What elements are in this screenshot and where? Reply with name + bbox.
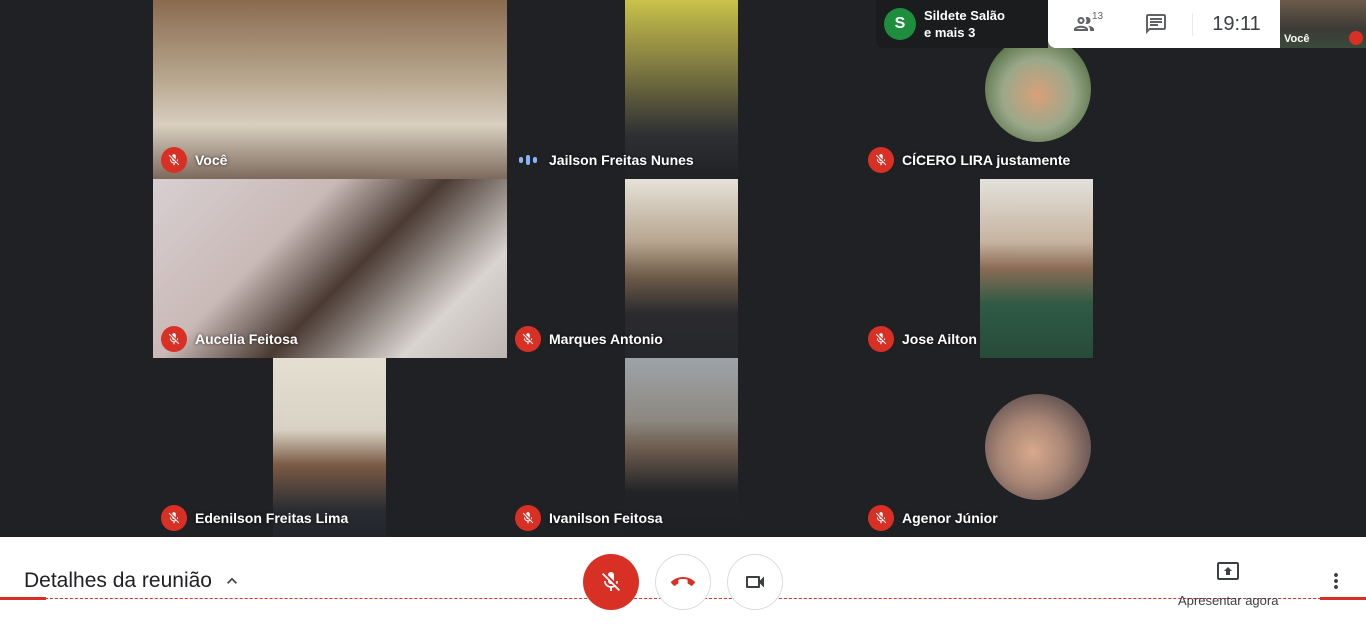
mic-off-icon <box>1349 31 1363 45</box>
participants-count: 13 <box>1092 11 1104 22</box>
participant-tile-edenilson[interactable]: Edenilson Freitas Lima <box>153 358 507 537</box>
participant-name: Jose Ailton <box>902 331 977 347</box>
participant-name: Aucelia Feitosa <box>195 331 298 347</box>
more-options-button[interactable] <box>1324 569 1348 593</box>
participant-tile-marques[interactable]: Marques Antonio <box>507 179 861 358</box>
participant-name: Agenor Júnior <box>902 510 998 526</box>
self-view-label: Você <box>1284 33 1310 45</box>
participant-avatar <box>985 394 1091 500</box>
participant-nameplate: Aucelia Feitosa <box>161 326 298 352</box>
mic-off-icon <box>515 505 541 531</box>
meeting-details-label: Detalhes da reunião <box>24 569 212 592</box>
more-vert-icon <box>1334 573 1338 589</box>
meeting-details-button[interactable]: Detalhes da reunião <box>24 569 242 593</box>
mic-off-icon <box>515 326 541 352</box>
participants-button[interactable]: 13 <box>1048 0 1120 48</box>
mic-off-icon <box>868 505 894 531</box>
participant-nameplate: Edenilson Freitas Lima <box>161 505 348 531</box>
participant-nameplate: Marques Antonio <box>515 326 663 352</box>
participant-name: CÍCERO LIRA justamente <box>902 152 1071 168</box>
chat-icon <box>1146 14 1166 34</box>
participant-nameplate: Agenor Júnior <box>868 505 998 531</box>
active-speakers-notification[interactable]: S Sildete Salão e mais 3 <box>876 0 1048 48</box>
mic-off-icon <box>161 505 187 531</box>
participant-name: Ivanilson Feitosa <box>549 510 663 526</box>
chevron-up-icon <box>226 577 237 584</box>
mic-off-icon <box>161 326 187 352</box>
camera-toggle-button[interactable] <box>727 554 783 610</box>
mic-off-icon <box>868 147 894 173</box>
meeting-topbar: 13 19:11 <box>1048 0 1280 48</box>
bottom-control-bar: Detalhes da reunião Apresentar agora <box>0 537 1366 627</box>
participant-tile-aucelia[interactable]: Aucelia Feitosa <box>153 179 507 358</box>
participant-tile-jose[interactable]: Jose Ailton <box>860 179 1214 358</box>
participant-video <box>980 179 1093 358</box>
participant-nameplate: Jailson Freitas Nunes <box>515 147 694 173</box>
present-now-label: Apresentar agora <box>1178 593 1279 608</box>
participant-tile-ivanilson[interactable]: Ivanilson Feitosa <box>507 358 861 537</box>
microphone-toggle-button[interactable] <box>583 554 639 610</box>
bottom-accent-left <box>0 597 46 600</box>
call-end-icon <box>671 577 695 586</box>
leave-call-button[interactable] <box>655 554 711 610</box>
videocam-icon <box>746 576 764 588</box>
participant-avatar <box>985 36 1091 142</box>
present-to-all-icon <box>1217 562 1240 580</box>
participant-name: Marques Antonio <box>549 331 663 347</box>
participant-nameplate: Você <box>161 147 227 173</box>
participant-nameplate: CÍCERO LIRA justamente <box>868 147 1070 173</box>
participant-tile-voce[interactable]: Você <box>153 0 507 179</box>
mic-off-icon <box>868 326 894 352</box>
participant-nameplate: Jose Ailton <box>868 326 977 352</box>
video-grid: Você Jailson Freitas Nunes CÍCERO LIRA j… <box>153 0 1214 537</box>
participant-nameplate: Ivanilson Feitosa <box>515 505 663 531</box>
speaking-indicator-icon <box>515 147 541 173</box>
mic-off-icon <box>602 572 620 591</box>
speaker-avatar: S <box>884 8 916 40</box>
participant-tile-jailson[interactable]: Jailson Freitas Nunes <box>507 0 861 179</box>
speaker-name-line: Sildete Salão <box>924 8 1005 23</box>
participant-name: Jailson Freitas Nunes <box>549 152 694 168</box>
meeting-clock: 19:11 <box>1192 12 1280 36</box>
self-view-thumbnail[interactable]: Você <box>1280 0 1366 48</box>
speaker-more-line: e mais 3 <box>924 25 976 40</box>
chat-button[interactable] <box>1120 0 1192 48</box>
present-now-button[interactable]: Apresentar agora <box>1178 559 1278 608</box>
speaker-names: Sildete Salão e mais 3 <box>924 7 1005 41</box>
mic-off-icon <box>161 147 187 173</box>
participant-name: Edenilson Freitas Lima <box>195 510 349 526</box>
participant-name: Você <box>195 152 228 168</box>
participant-tile-agenor[interactable]: Agenor Júnior <box>860 358 1214 537</box>
bottom-accent-right <box>1320 597 1366 600</box>
